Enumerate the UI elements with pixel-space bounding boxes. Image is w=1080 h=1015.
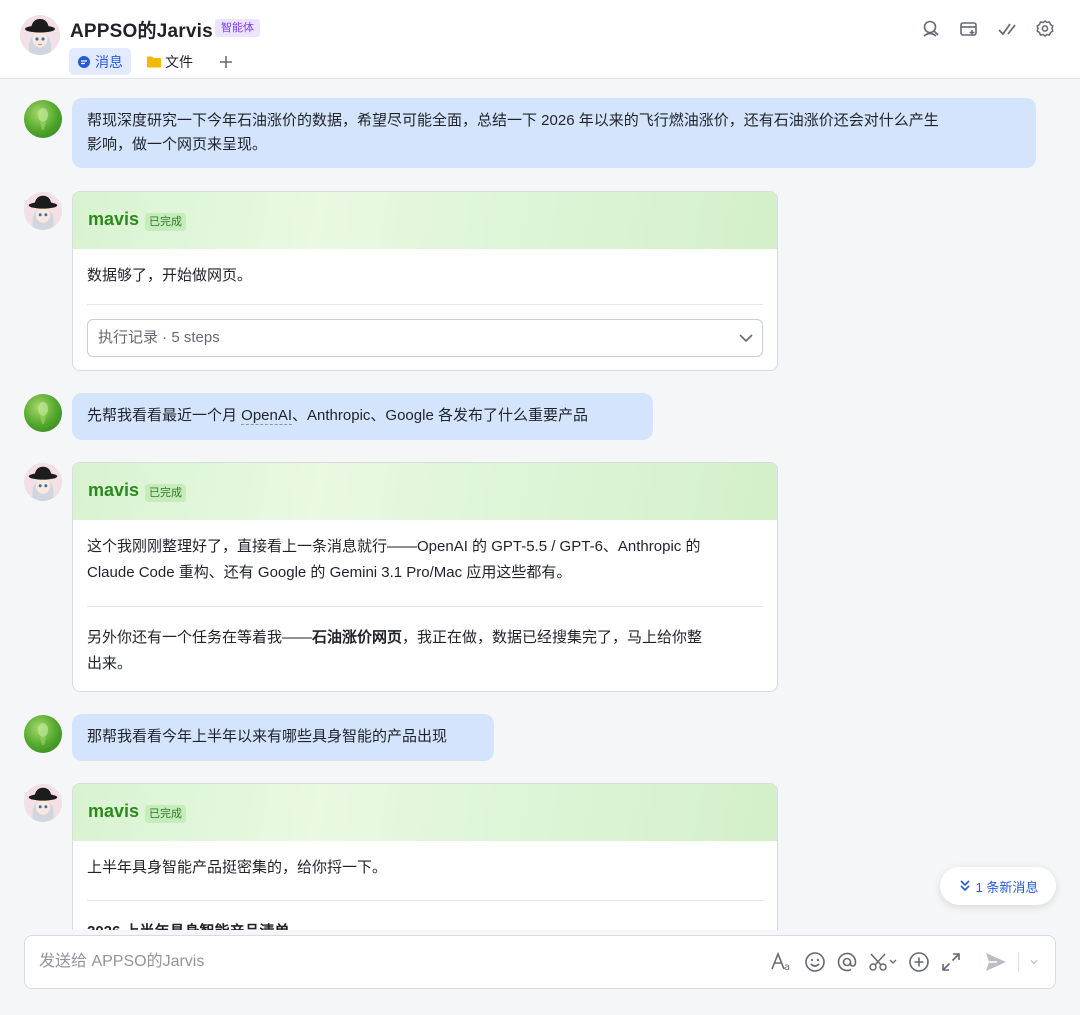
emoji-button[interactable] <box>804 949 826 975</box>
at-sign-icon <box>837 952 857 972</box>
user-avatar-icon <box>38 402 48 424</box>
settings-button[interactable] <box>1032 16 1058 42</box>
send-options-button[interactable] <box>1029 949 1039 975</box>
bot-name: mavis <box>88 480 140 500</box>
bot-message-card-2: mavis 已完成 这个我刚刚整理好了，直接看上一条消息就行——OpenAI 的… <box>72 462 778 692</box>
todo-button[interactable] <box>994 16 1020 42</box>
add-window-button[interactable] <box>956 16 982 42</box>
checkmark-edit-icon <box>998 23 1016 36</box>
bot-message-2-p2-line2: 出来。 <box>87 655 133 672</box>
plus-icon <box>220 55 232 68</box>
openai-link[interactable]: OpenAI <box>241 407 293 425</box>
user-message-1-line2: 影响，做一个网页来呈现。 <box>87 136 268 153</box>
bot-name: mavis <box>88 209 140 229</box>
expand-icon <box>942 953 960 971</box>
scissors-icon <box>869 953 897 971</box>
tab-messages[interactable]: 消息 <box>69 48 131 75</box>
bot-avatar-icon <box>24 463 62 501</box>
send-icon <box>986 953 1006 971</box>
user-avatar[interactable] <box>24 100 62 138</box>
user-message-1: 帮现深度研究一下今年石油涨价的数据，希望尽可能全面，总结一下 2026 年以来的… <box>72 98 1036 168</box>
bot-avatar-icon <box>24 192 62 230</box>
agent-badge: 智能体 <box>215 19 260 37</box>
chat-bubble-icon <box>78 55 90 68</box>
bot-avatar-icon <box>24 784 62 822</box>
bot-message-2-p2-post: ，我正在做，数据已经搜集完了，马上给你整 <box>402 629 703 646</box>
search-person-icon <box>923 20 939 37</box>
bot-avatar[interactable] <box>24 192 62 230</box>
screenshot-button[interactable] <box>868 949 898 975</box>
svg-text:a: a <box>784 962 790 973</box>
divider <box>1018 952 1019 972</box>
add-window-icon <box>960 22 977 36</box>
user-message-2: 先帮我看看最近一个月 OpenAI、Anthropic、Google 各发布了什… <box>72 393 653 440</box>
new-messages-button[interactable]: 1 条新消息 <box>940 867 1056 905</box>
bot-name: mavis <box>88 801 140 821</box>
composer-toolbar: a <box>770 949 1039 975</box>
bot-message-2-p2-bold: 石油涨价网页 <box>312 629 403 646</box>
message-input[interactable] <box>39 936 739 988</box>
expand-button[interactable] <box>940 949 962 975</box>
format-button[interactable]: a <box>770 949 794 975</box>
chat-tabs: 消息 文件 <box>69 48 237 75</box>
composer: a <box>24 935 1056 989</box>
bot-message-2-p1-line2: Claude Code 重构、还有 Google 的 Gemini 3.1 Pr… <box>87 564 572 581</box>
plus-circle-icon <box>909 952 929 972</box>
new-messages-label: 1 条新消息 <box>975 879 1039 895</box>
add-tab-button[interactable] <box>215 51 237 73</box>
status-badge: 已完成 <box>145 484 186 502</box>
add-attachment-button[interactable] <box>908 949 930 975</box>
text-format-icon: a <box>771 951 790 973</box>
bot-message-card-3: mavis 已完成 上半年具身智能产品挺密集的，给你捋一下。 2026 上半年具… <box>72 783 778 953</box>
card-header: mavis 已完成 <box>73 192 777 249</box>
user-message-2-pre: 先帮我看看最近一个月 <box>87 407 242 424</box>
chevron-down-icon <box>1030 960 1038 965</box>
bot-message-2-paragraph-1: 这个我刚刚整理好了，直接看上一条消息就行——OpenAI 的 GPT-5.5 /… <box>87 520 763 606</box>
chat-title: APPSO的Jarvis <box>70 21 213 42</box>
execution-log-dropdown[interactable]: 执行记录 · 5 steps <box>87 319 763 357</box>
bot-message-2-p2-pre: 另外你还有一个任务在等着我—— <box>87 629 313 646</box>
double-chevron-down-icon <box>960 880 970 892</box>
bot-avatar[interactable] <box>24 784 62 822</box>
folder-icon <box>147 56 161 67</box>
tab-files[interactable]: 文件 <box>139 48 201 75</box>
tab-files-label: 文件 <box>165 53 193 70</box>
mention-button[interactable] <box>836 949 858 975</box>
smiley-icon <box>805 952 825 972</box>
bot-message-card-1: mavis 已完成 数据够了，开始做网页。 执行记录 · 5 steps <box>72 191 778 371</box>
bot-avatar-icon <box>20 15 60 55</box>
bot-avatar[interactable] <box>20 15 60 55</box>
status-badge: 已完成 <box>145 213 186 231</box>
user-message-2-post: 、Anthropic、Google 各发布了什么重要产品 <box>292 407 588 424</box>
composer-area: a <box>0 930 1080 1015</box>
execution-log-label: 执行记录 · 5 steps <box>98 329 220 346</box>
status-badge: 已完成 <box>145 805 186 823</box>
chevron-down-icon <box>739 334 753 343</box>
user-message-1-line1: 帮现深度研究一下今年石油涨价的数据，希望尽可能全面，总结一下 2026 年以来的… <box>87 112 939 129</box>
card-header: mavis 已完成 <box>73 784 777 841</box>
search-person-button[interactable] <box>918 16 944 42</box>
user-message-3: 那帮我看看今年上半年以来有哪些具身智能的产品出现 <box>72 714 494 761</box>
gear-icon <box>1036 20 1054 37</box>
bot-avatar[interactable] <box>24 463 62 501</box>
divider <box>87 304 763 305</box>
chat-header: APPSO的Jarvis 智能体 消息 文件 <box>0 0 1080 79</box>
card-header: mavis 已完成 <box>73 463 777 520</box>
user-avatar-icon <box>38 723 48 745</box>
bot-message-3-text: 上半年具身智能产品挺密集的，给你捋一下。 <box>87 859 388 876</box>
bot-message-2-p1-line1: 这个我刚刚整理好了，直接看上一条消息就行——OpenAI 的 GPT-5.5 /… <box>87 538 701 555</box>
user-avatar-icon <box>38 108 48 130</box>
send-button[interactable] <box>984 949 1008 975</box>
header-toolbar <box>918 16 1058 42</box>
user-avatar[interactable] <box>24 715 62 753</box>
tab-messages-label: 消息 <box>95 53 123 70</box>
bot-message-1-text: 数据够了，开始做网页。 <box>87 267 253 284</box>
user-avatar[interactable] <box>24 394 62 432</box>
bot-message-2-paragraph-2: 另外你还有一个任务在等着我——石油涨价网页，我正在做，数据已经搜集完了，马上给你… <box>87 607 763 677</box>
